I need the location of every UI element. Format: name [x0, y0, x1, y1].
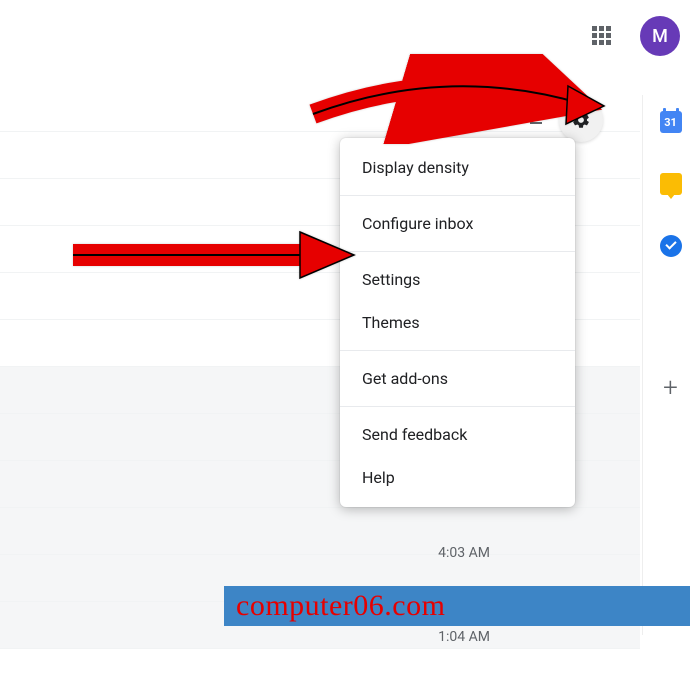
keep-icon[interactable] [660, 173, 682, 195]
avatar-initial: M [652, 26, 668, 47]
annotation-arrow-icon [68, 220, 358, 294]
calendar-icon[interactable]: 31 [660, 111, 682, 133]
menu-divider [340, 195, 575, 196]
menu-divider [340, 251, 575, 252]
menu-item-display-density[interactable]: Display density [340, 146, 575, 189]
menu-item-themes[interactable]: Themes [340, 301, 575, 344]
account-avatar[interactable]: M [640, 16, 680, 56]
menu-divider [340, 406, 575, 407]
watermark-text: computer06.com [236, 589, 445, 623]
watermark-banner: computer06.com [224, 586, 690, 626]
side-panel: 31 + [642, 95, 698, 635]
gear-icon [571, 110, 591, 130]
menu-item-help[interactable]: Help [340, 456, 575, 499]
mail-time: 1:04 AM [370, 629, 490, 645]
menu-item-get-addons[interactable]: Get add-ons [340, 357, 575, 400]
mail-time: 4:03 AM [370, 545, 490, 561]
menu-item-settings[interactable]: Settings [340, 258, 575, 301]
google-apps-icon[interactable] [592, 26, 612, 46]
toolbar-icon[interactable] [530, 108, 550, 124]
tasks-icon[interactable] [660, 235, 682, 257]
menu-item-send-feedback[interactable]: Send feedback [340, 413, 575, 456]
settings-dropdown-menu: Display density Configure inbox Settings… [340, 138, 575, 507]
settings-gear-button[interactable] [559, 98, 603, 142]
add-addon-icon[interactable]: + [660, 377, 682, 399]
header: M [0, 0, 698, 72]
menu-item-configure-inbox[interactable]: Configure inbox [340, 202, 575, 245]
menu-divider [340, 350, 575, 351]
mail-row[interactable] [0, 508, 640, 555]
